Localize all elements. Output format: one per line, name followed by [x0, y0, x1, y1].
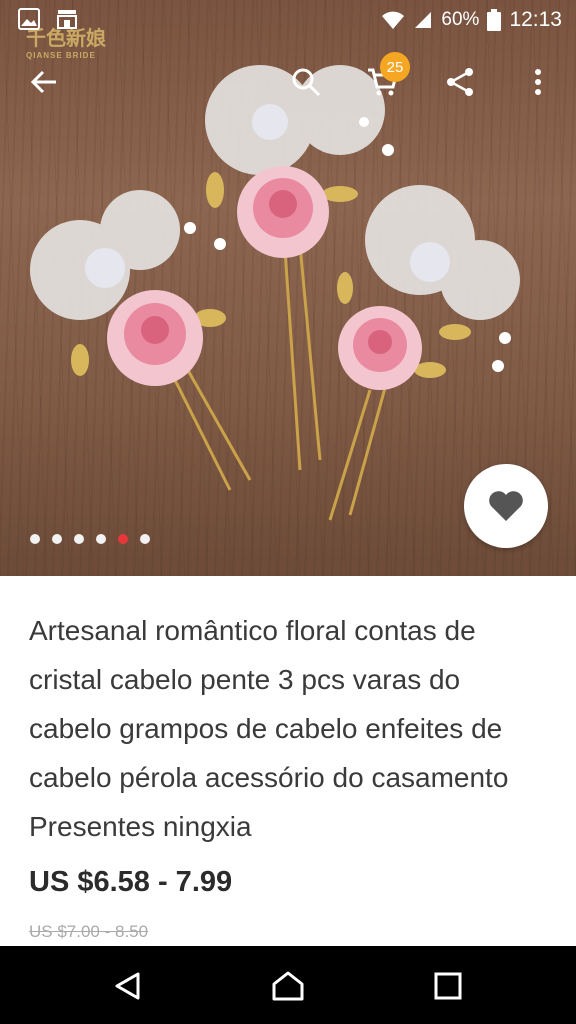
search-button[interactable]	[282, 58, 330, 106]
square-icon	[434, 972, 462, 1000]
wifi-icon	[382, 11, 405, 29]
pager-dot[interactable]	[96, 534, 106, 544]
search-icon	[292, 68, 321, 97]
product-image-gallery[interactable]: 千色新娘 QIANSE BRIDE 60% 12:13 25	[0, 0, 576, 576]
original-price: US $7.00 - 8.50	[29, 922, 149, 941]
clock-time: 12:13	[509, 8, 562, 31]
store-notification-icon	[57, 10, 77, 29]
pager-dot[interactable]	[140, 534, 150, 544]
battery-icon	[487, 9, 502, 31]
pager-dot[interactable]	[30, 534, 40, 544]
image-pager-dots	[30, 534, 150, 544]
back-button[interactable]	[20, 58, 68, 106]
triangle-back-icon	[115, 972, 140, 1000]
status-bar: 60% 12:13	[0, 0, 576, 40]
pager-dot-active[interactable]	[118, 534, 128, 544]
nav-back-button[interactable]	[104, 962, 152, 1010]
signal-icon	[415, 12, 432, 28]
image-notification-icon	[18, 8, 40, 30]
arrow-left-icon	[30, 70, 56, 94]
cart-count-badge: 25	[380, 52, 410, 82]
pager-dot[interactable]	[74, 534, 84, 544]
share-button[interactable]	[436, 58, 484, 106]
share-icon	[447, 68, 473, 96]
product-title: Artesanal romântico floral contas de cri…	[29, 615, 509, 842]
home-icon	[272, 971, 304, 1001]
system-navigation-bar	[0, 946, 576, 1024]
heart-icon	[489, 491, 523, 521]
pager-dot[interactable]	[52, 534, 62, 544]
more-options-button[interactable]	[514, 58, 562, 106]
product-price: US $6.58 - 7.99	[29, 866, 233, 898]
battery-percent: 60%	[441, 9, 480, 30]
nav-recents-button[interactable]	[424, 962, 472, 1010]
wishlist-button[interactable]	[464, 464, 548, 548]
more-vertical-icon	[535, 69, 541, 95]
nav-home-button[interactable]	[264, 962, 312, 1010]
